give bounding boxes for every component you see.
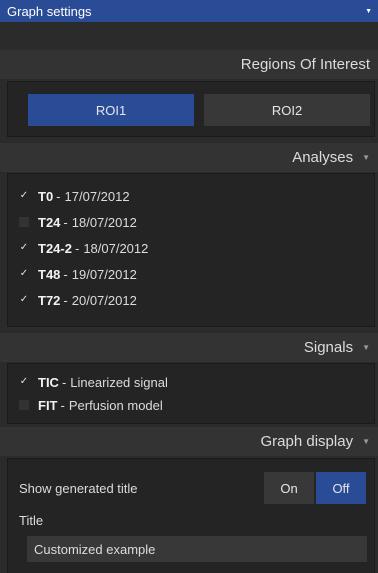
analysis-date: 18/07/2012 xyxy=(83,240,149,256)
roi2-label: ROI2 xyxy=(271,102,303,118)
analysis-item-t72[interactable]: ✓ T72- 20/07/2012 xyxy=(19,290,137,310)
toggle-off-button[interactable]: Off xyxy=(316,472,366,504)
signal-item-tic[interactable]: ✓ TIC - Linearized signal xyxy=(19,372,168,392)
caret-down-icon[interactable]: ▼ xyxy=(365,8,372,15)
signals-panel: ✓ TIC - Linearized signal FIT - Perfusion … xyxy=(7,363,375,424)
roi-section-title: Regions Of Interest xyxy=(240,56,370,73)
signal-desc: Linearized signal xyxy=(70,374,168,390)
graph-settings-dropdown[interactable]: Graph settings ▼ xyxy=(0,0,378,22)
toggle-on-button[interactable]: On xyxy=(264,472,314,504)
analyses-section-header[interactable]: Analyses ▼ xyxy=(0,143,378,172)
graph-display-section-title: Graph display xyxy=(260,433,354,450)
checkbox-checked-icon[interactable]: ✓ xyxy=(19,295,29,305)
graph-display-section-header[interactable]: Graph display ▼ xyxy=(0,427,378,456)
chevron-down-icon[interactable]: ▼ xyxy=(362,343,370,352)
analysis-name: T24-2 xyxy=(38,240,72,256)
analysis-date: 17/07/2012 xyxy=(64,188,130,204)
signal-name: TIC xyxy=(38,374,59,390)
signal-item-fit[interactable]: FIT - Perfusion model xyxy=(19,395,163,415)
chevron-down-icon[interactable]: ▼ xyxy=(362,153,370,162)
checkbox-unchecked-icon[interactable] xyxy=(19,400,29,410)
title-input[interactable]: Customized example xyxy=(27,536,367,562)
analysis-date: 19/07/2012 xyxy=(71,266,137,282)
chevron-down-icon[interactable]: ▼ xyxy=(362,437,370,446)
title-field-label: Title xyxy=(19,513,44,528)
analysis-date: 18/07/2012 xyxy=(71,214,137,230)
toggle-off-label: Off xyxy=(332,480,350,496)
analyses-section-title: Analyses xyxy=(292,149,354,166)
roi2-button[interactable]: ROI2 xyxy=(204,94,370,126)
roi1-button[interactable]: ROI1 xyxy=(28,94,194,126)
checkbox-checked-icon[interactable]: ✓ xyxy=(19,191,29,201)
title-input-value: Customized example xyxy=(34,541,156,557)
checkbox-checked-icon[interactable]: ✓ xyxy=(19,269,29,279)
analysis-item-t0[interactable]: ✓ T0- 17/07/2012 xyxy=(19,186,130,206)
show-title-label: Show generated title xyxy=(19,481,138,496)
checkbox-checked-icon[interactable]: ✓ xyxy=(19,243,29,253)
roi1-label: ROI1 xyxy=(95,102,127,118)
graph-settings-title: Graph settings xyxy=(7,3,92,19)
signals-section-header[interactable]: Signals ▼ xyxy=(0,333,378,362)
checkbox-unchecked-icon[interactable] xyxy=(19,217,29,227)
checkbox-checked-icon[interactable]: ✓ xyxy=(19,377,29,387)
toggle-on-label: On xyxy=(280,480,298,496)
roi-panel: ROI1 ROI2 xyxy=(7,81,375,137)
analysis-item-t24-2[interactable]: ✓ T24-2- 18/07/2012 xyxy=(19,238,149,258)
analysis-name: T72 xyxy=(38,292,61,308)
analysis-name: T0 xyxy=(38,188,54,204)
signals-section-title: Signals xyxy=(303,339,354,356)
signal-name: FIT xyxy=(38,397,58,413)
signal-desc: Perfusion model xyxy=(68,397,163,413)
analysis-date: 20/07/2012 xyxy=(71,292,137,308)
analysis-name: T24 xyxy=(38,214,61,230)
analysis-item-t24[interactable]: T24- 18/07/2012 xyxy=(19,212,137,232)
roi-section-header: Regions Of Interest xyxy=(0,50,378,79)
analysis-item-t48[interactable]: ✓ T48- 19/07/2012 xyxy=(19,264,137,284)
analyses-panel: ✓ T0- 17/07/2012 T24- 18/07/2012 ✓ T24-2… xyxy=(7,173,375,327)
analysis-name: T48 xyxy=(38,266,61,282)
